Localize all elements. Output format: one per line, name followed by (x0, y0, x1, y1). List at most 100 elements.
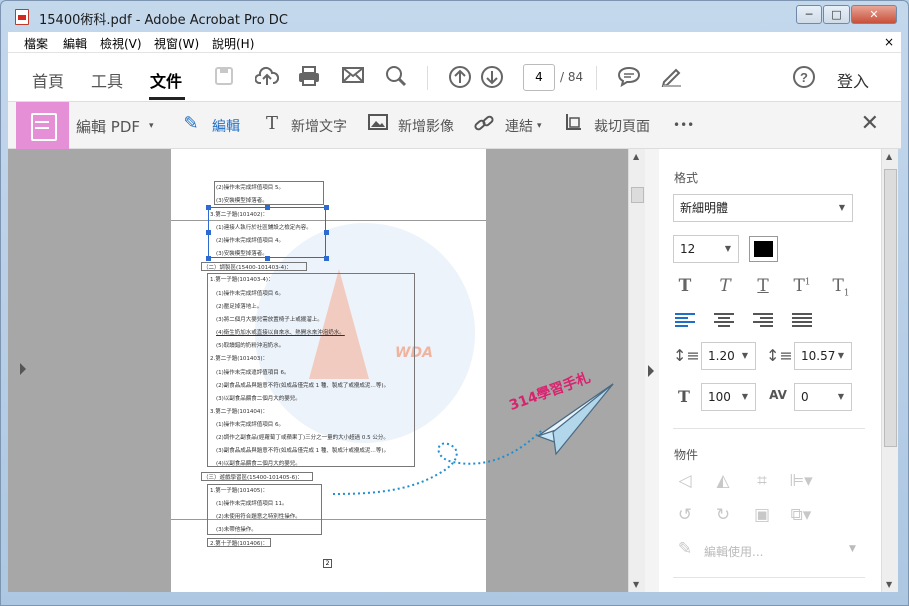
add-image-button[interactable]: 新增影像 (398, 116, 454, 136)
chevron-down-icon[interactable]: ▼ (849, 544, 856, 554)
document-scrollbar[interactable]: ▲ ▼ (628, 149, 645, 592)
collapse-panel-icon[interactable] (648, 365, 654, 377)
resize-handle[interactable] (206, 230, 211, 235)
edit-using-button[interactable]: 編輯使用... (704, 543, 763, 560)
edit-text-icon[interactable]: ✎ (180, 113, 202, 134)
maximize-button[interactable]: □ (823, 5, 850, 24)
doc-line: 2.第二子題(101403)： (210, 356, 269, 362)
page-up-icon[interactable] (448, 65, 472, 89)
edit-pdf-title[interactable]: 編輯 PDF (76, 116, 140, 137)
save-icon[interactable] (212, 65, 236, 89)
print-icon[interactable] (297, 65, 321, 89)
scroll-up-icon[interactable]: ▲ (886, 152, 892, 161)
menu-file[interactable]: 檔案 (24, 35, 48, 52)
main-toolbar: 首頁 工具 文件 4 / 84 ? 登入 (8, 53, 901, 102)
right-panel-collapse[interactable] (645, 149, 659, 592)
resize-handle[interactable] (324, 205, 329, 210)
scroll-down-icon[interactable]: ▼ (633, 580, 639, 589)
align-right-icon[interactable] (753, 313, 773, 327)
chevron-down-icon[interactable]: ▾ (149, 121, 154, 131)
format-panel: 格式 新細明體 ▼ 12 ▼ T T T T1 T1 ↕≡ 1.20 ▼ ↕≡ … (659, 149, 881, 592)
char-spacing-dropdown[interactable]: 0 ▼ (794, 383, 852, 411)
comment-icon[interactable] (617, 65, 641, 89)
pencil-icon[interactable]: ✎ (673, 539, 697, 559)
left-panel-toggle-icon[interactable] (20, 363, 26, 375)
scroll-up-icon[interactable]: ▲ (633, 152, 639, 161)
close-edit-icon[interactable]: ✕ (861, 111, 879, 136)
bold-icon[interactable]: T (673, 276, 697, 296)
scrollbar-thumb[interactable] (884, 169, 897, 447)
subscript-icon[interactable]: T1 (829, 276, 853, 298)
mail-icon[interactable] (341, 65, 365, 89)
add-image-icon[interactable] (367, 113, 389, 136)
text-color-swatch[interactable] (749, 236, 778, 262)
chevron-down-icon: ▼ (838, 203, 845, 212)
resize-handle[interactable] (324, 230, 329, 235)
scroll-down-icon[interactable]: ▼ (886, 580, 892, 589)
rotate-right-icon[interactable]: ↻ (711, 505, 735, 525)
add-text-icon[interactable]: T (261, 113, 283, 134)
italic-icon[interactable]: T (713, 276, 737, 296)
font-family-value: 新細明體 (680, 201, 729, 215)
panel-scrollbar[interactable]: ▲ ▼ (881, 149, 898, 592)
align-justify-icon[interactable] (792, 313, 812, 327)
align-left-icon[interactable] (675, 313, 695, 327)
menu-edit[interactable]: 編輯 (63, 35, 87, 52)
acrobat-window: 15400術科.pdf - Adobe Acrobat Pro DC ─ □ ✕… (0, 0, 909, 606)
underline-icon[interactable]: T (751, 276, 775, 296)
doc-line: (2)壓足掉落地上。 (216, 304, 263, 310)
close-button[interactable]: ✕ (851, 5, 897, 24)
chevron-down-icon[interactable]: ▾ (537, 121, 542, 131)
line-spacing-dropdown[interactable]: 1.20 ▼ (701, 342, 756, 370)
minimize-button[interactable]: ─ (796, 5, 822, 24)
replace-image-icon[interactable]: ▣ (750, 505, 774, 525)
edit-panel-icon[interactable] (16, 102, 69, 149)
link-icon[interactable] (473, 113, 495, 138)
resize-handle[interactable] (324, 256, 329, 261)
doc-line: (5)取讀錯的奶粉沖泡奶水。 (216, 343, 285, 349)
menu-help[interactable]: 說明(H) (212, 35, 254, 52)
help-icon[interactable]: ? (792, 65, 816, 89)
login-button[interactable]: 登入 (837, 68, 869, 92)
horizontal-scale-value: 100 (708, 390, 731, 404)
tab-tools[interactable]: 工具 (91, 68, 123, 92)
superscript-icon[interactable]: T1 (790, 276, 814, 296)
chevron-down-icon: ▼ (724, 244, 731, 253)
link-button[interactable]: 連結 (505, 116, 533, 136)
search-icon[interactable] (384, 65, 408, 89)
arrange-icon[interactable]: ⊫▾ (789, 471, 813, 491)
crop-page-button[interactable]: 裁切頁面 (594, 116, 650, 136)
pdf-page: WDA (2)操作未完成評值項目 5。 (3)安裝模型掉落者。 3.第二子題(1… (171, 149, 486, 592)
paragraph-spacing-dropdown[interactable]: 10.57 ▼ (794, 342, 852, 370)
page-number-input[interactable]: 4 (523, 64, 555, 91)
menu-window[interactable]: 視窗(W) (154, 35, 199, 52)
align-center-icon[interactable] (714, 313, 734, 327)
chevron-down-icon: ▼ (837, 392, 844, 401)
page-number-label: 2 (323, 559, 332, 568)
paper-plane-illustration (332, 383, 614, 495)
flip-horizontal-icon[interactable]: ◭ (711, 471, 735, 491)
crop-icon[interactable]: ⌗ (750, 471, 774, 491)
crop-page-icon[interactable] (563, 113, 585, 140)
menu-close-icon[interactable]: × (884, 35, 894, 49)
more-options-icon[interactable]: ••• (673, 118, 694, 132)
doc-line: 2.第十子題(101406)： (210, 541, 269, 547)
edit-button[interactable]: 編輯 (212, 116, 240, 136)
resize-handle[interactable] (206, 256, 211, 261)
page-down-icon[interactable] (480, 65, 504, 89)
menu-view[interactable]: 檢視(V) (100, 35, 142, 52)
scrollbar-thumb[interactable] (631, 187, 644, 203)
font-size-dropdown[interactable]: 12 ▼ (673, 235, 739, 263)
toolbar-separator (596, 66, 597, 90)
rotate-left-icon[interactable]: ↺ (673, 505, 697, 525)
add-text-button[interactable]: 新增文字 (291, 116, 347, 136)
group-icon[interactable]: ⧉▾ (789, 505, 813, 525)
flip-vertical-icon[interactable]: ◁ (673, 471, 697, 491)
tab-home[interactable]: 首頁 (32, 68, 64, 92)
horizontal-scale-dropdown[interactable]: 100 ▼ (701, 383, 756, 411)
doc-line: (1)操作未完成評值項目 6。 (216, 291, 285, 297)
upload-icon[interactable] (254, 65, 280, 89)
font-family-dropdown[interactable]: 新細明體 ▼ (673, 194, 853, 222)
tab-document[interactable]: 文件 (150, 68, 182, 92)
sign-icon[interactable] (660, 65, 684, 89)
